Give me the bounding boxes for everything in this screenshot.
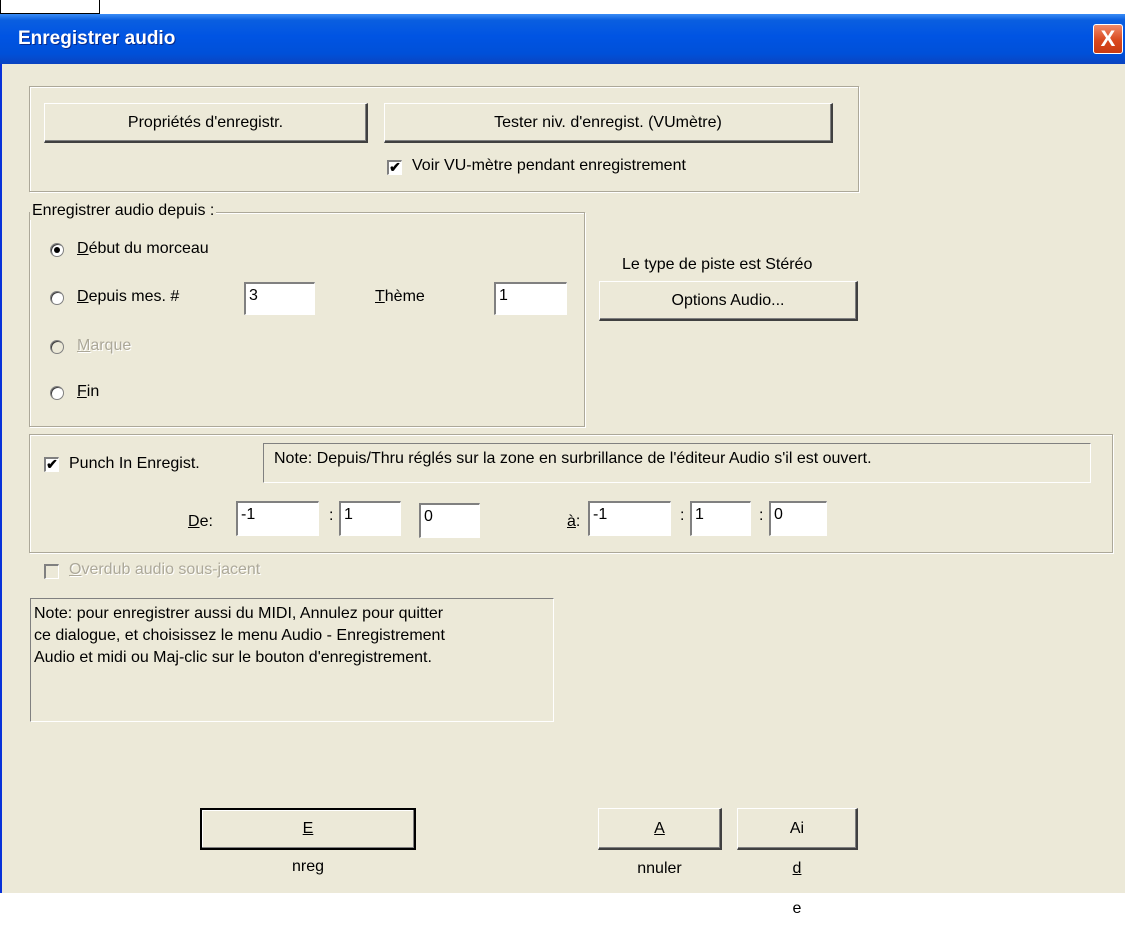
to-beat-input[interactable]: 1 (690, 501, 751, 536)
to-label: à: (567, 513, 581, 530)
audio-options-label: Options Audio... (671, 292, 785, 309)
close-button[interactable]: X (1093, 24, 1123, 54)
title-bar[interactable]: Enregistrer audio X (0, 14, 1125, 64)
to-bar-input[interactable]: -1 (588, 501, 671, 536)
radio-marque[interactable] (50, 340, 64, 354)
midi-note-line-2: ce dialogue, et choisissez le menu Audio… (34, 627, 445, 644)
to-separator-1: : (680, 507, 685, 524)
checkmark-icon: ✔ (46, 456, 58, 472)
close-icon: X (1100, 26, 1116, 51)
radio-depuis[interactable] (50, 291, 64, 305)
theme-label: Thème (375, 288, 425, 305)
enreg-button[interactable]: Enreg (200, 808, 416, 875)
enreg-label: Enreg (291, 820, 325, 875)
midi-note-box: Note: pour enregistrer aussi du MIDI, An… (30, 598, 554, 722)
from-bar-input[interactable]: -1 (236, 501, 319, 536)
from-beat-input[interactable]: 1 (339, 501, 401, 536)
aide-button[interactable]: Ai d e (737, 808, 858, 917)
track-type-text: Le type de piste est Stéréo (622, 256, 813, 273)
punch-in-checkbox[interactable]: ✔ (44, 457, 59, 472)
punch-note-text: Note: Depuis/Thru réglés sur la zone en … (274, 450, 872, 467)
radio-debut-label[interactable]: Début du morceau (77, 240, 209, 258)
recording-properties-button[interactable]: Propriétés d'enregistr. (44, 103, 368, 143)
theme-input[interactable]: 1 (494, 282, 567, 315)
radio-debut[interactable] (50, 243, 64, 257)
from-tick-input[interactable]: 0 (419, 503, 480, 538)
radio-fin[interactable] (50, 386, 64, 400)
vu-meter-checkbox-label[interactable]: Voir VU-mètre pendant enregistrement (412, 157, 686, 175)
punch-note-box: Note: Depuis/Thru réglés sur la zone en … (263, 443, 1091, 483)
background-window-edge (0, 0, 100, 14)
overdub-checkbox[interactable] (44, 564, 59, 579)
annuler-button[interactable]: Annuler (598, 808, 722, 877)
record-from-legend: Enregistrer audio depuis : (30, 202, 217, 220)
measure-input[interactable]: 3 (244, 282, 315, 315)
audio-options-button[interactable]: Options Audio... (599, 281, 858, 321)
from-label: De: (188, 513, 213, 530)
test-level-label: Tester niv. d'enregist. (VUmètre) (494, 114, 722, 131)
midi-note-line-3: Audio et midi ou Maj-clic sur le bouton … (34, 649, 432, 666)
punch-in-label[interactable]: Punch In Enregist. (69, 455, 200, 473)
radio-fin-label[interactable]: Fin (77, 383, 99, 401)
midi-note-line-1: Note: pour enregistrer aussi du MIDI, An… (34, 605, 444, 622)
recording-properties-label: Propriétés d'enregistr. (127, 114, 284, 131)
annuler-label: Annuler (637, 820, 682, 877)
dialog-title: Enregistrer audio (18, 28, 176, 49)
overdub-label: Overdub audio sous-jacent (69, 561, 261, 578)
to-tick-input[interactable]: 0 (769, 501, 827, 536)
to-separator-2: : (759, 507, 764, 524)
checkmark-icon: ✔ (389, 159, 401, 175)
radio-depuis-label[interactable]: Depuis mes. # (77, 288, 179, 306)
vu-meter-checkbox[interactable]: ✔ (387, 160, 402, 175)
test-level-vumeter-button[interactable]: Tester niv. d'enregist. (VUmètre) (384, 103, 833, 143)
from-separator-1: : (329, 507, 334, 524)
radio-marque-label: Marque (77, 337, 132, 354)
aide-label: Ai d e (789, 820, 805, 917)
